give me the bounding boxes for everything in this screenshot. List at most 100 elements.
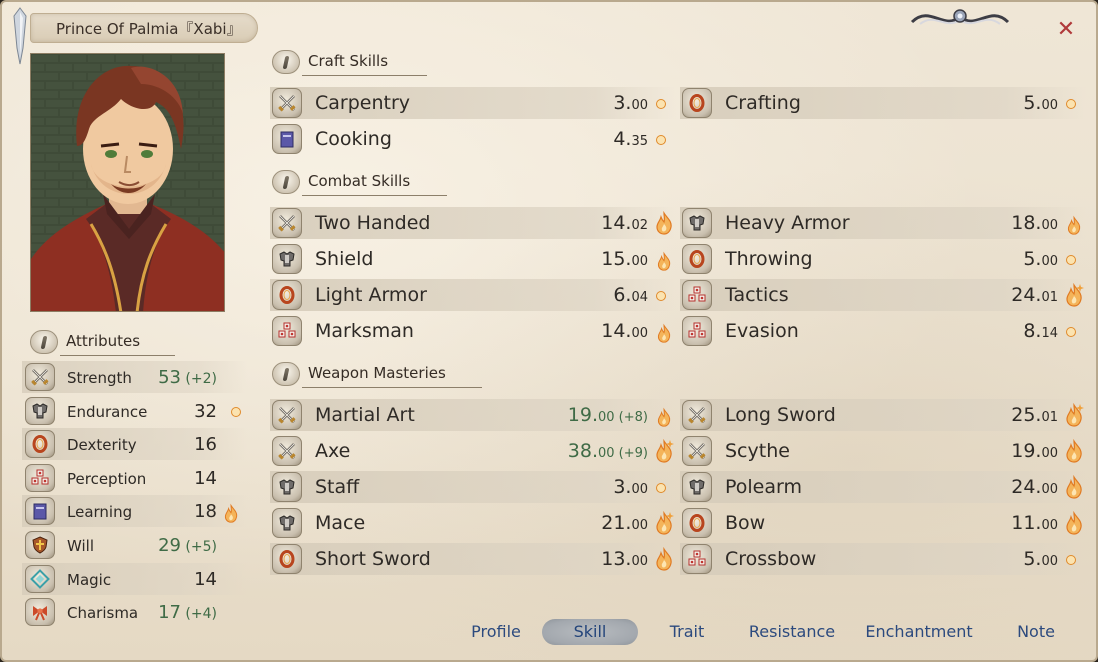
red-ring-icon	[272, 280, 302, 310]
attribute-value: 32	[194, 400, 217, 422]
attribute-value: 29 (+5)	[158, 535, 217, 556]
attribute-row-learning[interactable]: Learning 18	[22, 495, 247, 528]
skill-row-short-sword[interactable]: Short Sword 13.00	[270, 543, 676, 575]
skill-name: Polearm	[725, 476, 803, 498]
skill-value: 3.00	[613, 92, 648, 114]
close-button[interactable]: ✕	[1054, 19, 1078, 43]
skill-name: Axe	[315, 440, 351, 462]
skill-name: Heavy Armor	[725, 212, 850, 234]
skill-name: Martial Art	[315, 404, 415, 426]
skill-row-heavy-armor[interactable]: Heavy Armor 18.00	[680, 207, 1086, 239]
skill-row-mace[interactable]: Mace 21.00	[270, 507, 676, 539]
potential-small-icon	[656, 99, 666, 109]
skill-value: 38.00 (+9)	[567, 440, 648, 462]
skill-row-staff[interactable]: Staff 3.00	[270, 471, 676, 503]
skill-name: Cooking	[315, 128, 392, 150]
skill-name: Shield	[315, 248, 374, 270]
attribute-row-perception[interactable]: Perception 14	[22, 462, 247, 494]
red-ring-icon	[682, 508, 712, 538]
armor-icon	[682, 208, 712, 238]
skill-row-tactics[interactable]: Tactics 24.01	[680, 279, 1086, 311]
potential-flame-icon	[654, 319, 674, 343]
skill-name: Carpentry	[315, 92, 411, 114]
potential-small-icon	[1066, 255, 1076, 265]
craft-skills-header: Craft Skills	[272, 50, 432, 76]
skill-row-long-sword[interactable]: Long Sword 25.01	[680, 399, 1086, 431]
skill-name: Crossbow	[725, 548, 817, 570]
crossed-swords-icon	[682, 436, 712, 466]
tab-resistance[interactable]: Resistance	[742, 619, 842, 645]
skill-row-crafting[interactable]: Crafting 5.00	[680, 87, 1086, 119]
skill-row-crossbow[interactable]: Crossbow 5.00	[680, 543, 1086, 575]
rune-icon	[25, 564, 55, 593]
armor-icon	[682, 472, 712, 502]
attribute-row-strength[interactable]: Strength 53 (+2)	[22, 361, 247, 393]
armor-icon	[25, 396, 55, 425]
skill-row-shield[interactable]: Shield 15.00	[270, 243, 676, 275]
skill-row-cooking[interactable]: Cooking 4.35	[270, 123, 676, 155]
attribute-row-endurance[interactable]: Endurance 32	[22, 395, 247, 427]
attribute-name: Endurance	[67, 402, 148, 421]
skill-value: 19.00 (+8)	[567, 404, 648, 426]
skill-row-light-armor[interactable]: Light Armor 6.04	[270, 279, 676, 311]
skill-value: 19.00	[1011, 440, 1058, 462]
skill-value: 11.00	[1011, 512, 1058, 534]
attributes-header: Attributes	[30, 330, 180, 356]
skill-row-bow[interactable]: Bow 11.00	[680, 507, 1086, 539]
skill-name: Staff	[315, 476, 360, 498]
skill-name: Two Handed	[315, 212, 431, 234]
skill-value: 5.00	[1023, 92, 1058, 114]
attribute-row-dexterity[interactable]: Dexterity 16	[22, 428, 247, 461]
skill-value: 18.00	[1011, 212, 1058, 234]
potential-flame-icon	[654, 403, 674, 427]
character-sheet-window: Prince Of Palmia『Xabi』 ✕ Craft Skills Co…	[0, 0, 1098, 662]
skill-value: 24.00	[1011, 476, 1058, 498]
attribute-name: Perception	[67, 469, 147, 488]
skill-value: 24.01	[1011, 284, 1058, 306]
character-portrait	[30, 53, 225, 312]
potential-flame-sparkle-icon	[654, 510, 674, 535]
attribute-name: Dexterity	[67, 436, 137, 455]
skill-row-martial-art[interactable]: Martial Art 19.00 (+8)	[270, 399, 676, 431]
crossed-swords-icon	[272, 436, 302, 466]
skill-value: 5.00	[1023, 548, 1058, 570]
skill-value: 4.35	[613, 128, 648, 150]
skill-name: Short Sword	[315, 548, 431, 570]
potential-small-icon	[1066, 555, 1076, 565]
skill-name: Tactics	[725, 284, 789, 306]
dice-icon	[682, 544, 712, 574]
skill-value: 13.00	[601, 548, 648, 570]
attribute-row-charisma[interactable]: Charisma 17 (+4)	[22, 596, 247, 628]
tab-profile[interactable]: Profile	[462, 619, 530, 645]
potential-small-icon	[231, 406, 241, 417]
potential-flame-sparkle-icon	[654, 438, 674, 463]
armor-icon	[272, 472, 302, 502]
skill-row-axe[interactable]: Axe 38.00 (+9)	[270, 435, 676, 467]
tab-skill[interactable]: Skill	[542, 619, 638, 645]
potential-flame-sparkle-icon	[1064, 402, 1084, 427]
crossed-swords-icon	[272, 400, 302, 430]
potential-flame-icon	[221, 499, 241, 524]
skill-row-marksman[interactable]: Marksman 14.00	[270, 315, 676, 347]
character-name-title: Prince Of Palmia『Xabi』	[56, 20, 242, 38]
potential-small-icon	[656, 291, 666, 301]
red-ring-icon	[272, 544, 302, 574]
skill-row-two-handed[interactable]: Two Handed 14.02	[270, 207, 676, 239]
attribute-row-will[interactable]: Will 29 (+5)	[22, 529, 247, 561]
skill-row-throwing[interactable]: Throwing 5.00	[680, 243, 1086, 275]
skill-row-polearm[interactable]: Polearm 24.00	[680, 471, 1086, 503]
skill-value: 8.14	[1023, 320, 1058, 342]
potential-small-icon	[1066, 327, 1076, 337]
skill-row-scythe[interactable]: Scythe 19.00	[680, 435, 1086, 467]
attribute-name: Strength	[67, 369, 132, 387]
potential-flame-icon	[654, 546, 674, 571]
red-ring-icon	[25, 430, 55, 459]
skill-row-carpentry[interactable]: Carpentry 3.00	[270, 87, 676, 119]
skill-name: Scythe	[725, 440, 790, 462]
tab-enchantment[interactable]: Enchantment	[858, 619, 980, 645]
book-icon	[272, 124, 302, 154]
tab-note[interactable]: Note	[1008, 619, 1064, 645]
tab-trait[interactable]: Trait	[650, 619, 724, 645]
attribute-row-magic[interactable]: Magic 14	[22, 562, 247, 595]
skill-row-evasion[interactable]: Evasion 8.14	[680, 315, 1086, 347]
